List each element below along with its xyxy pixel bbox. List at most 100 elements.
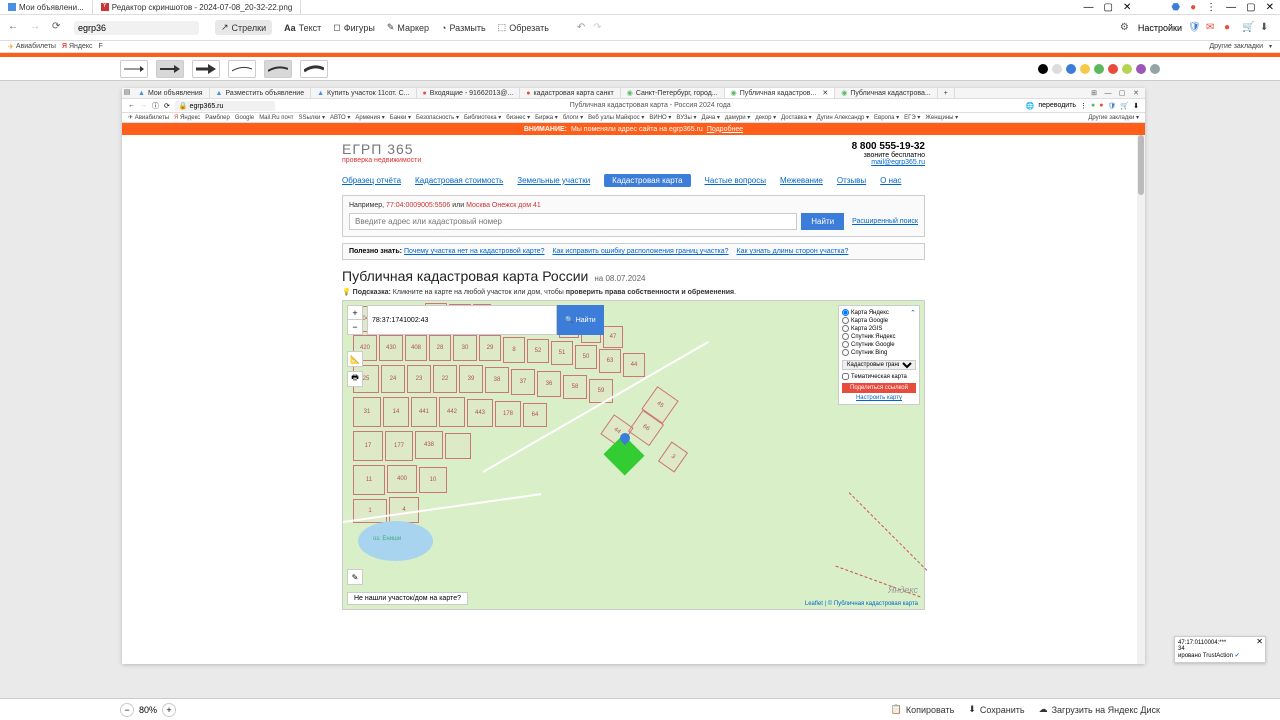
ibm-22[interactable]: Европа ▾ xyxy=(874,114,899,121)
inner-ext2-icon[interactable]: ● xyxy=(1099,102,1103,109)
save-button[interactable]: ⬇Сохранить xyxy=(968,704,1024,715)
layer-radio-2[interactable] xyxy=(842,325,849,332)
ibm-7[interactable]: Армения ▾ xyxy=(355,114,384,121)
ibm-10[interactable]: Библиотека ▾ xyxy=(464,114,501,121)
arrow-style-4[interactable] xyxy=(228,60,256,78)
arrow-style-5[interactable] xyxy=(264,60,292,78)
map-find-button[interactable]: 🔍Найти xyxy=(557,305,604,335)
inner-close-icon[interactable]: ✕ xyxy=(1131,89,1141,97)
zoom-out-button[interactable]: − xyxy=(348,320,362,334)
close-icon[interactable]: ✕ xyxy=(1123,2,1131,13)
ibm-2[interactable]: Рамблер xyxy=(205,115,230,121)
nav-2[interactable]: Земельные участки xyxy=(517,176,590,185)
tool-blur[interactable]: ◔Размыть xyxy=(441,20,486,35)
ext3-icon[interactable]: ⋮ xyxy=(1206,2,1216,13)
outer-tab-1[interactable]: YРедактор скриншотов - 2024-07-08_20-32-… xyxy=(93,0,302,14)
find-button[interactable]: Найти xyxy=(801,213,844,230)
inner-ext3-icon[interactable]: 🛡 xyxy=(1108,102,1117,110)
zoom-out-icon[interactable]: − xyxy=(120,703,134,717)
color-6[interactable] xyxy=(1122,64,1132,74)
arrow-style-1[interactable] xyxy=(120,60,148,78)
ibm-3[interactable]: Google xyxy=(235,115,254,121)
nav-0[interactable]: Образец отчёта xyxy=(342,176,401,185)
color-7[interactable] xyxy=(1136,64,1146,74)
back-icon[interactable]: ← xyxy=(8,21,22,35)
bm-f[interactable]: F xyxy=(99,43,103,50)
ibm-19[interactable]: декор ▾ xyxy=(755,114,776,121)
ibm-20[interactable]: Доставка ▾ xyxy=(781,114,811,121)
arrow-style-3[interactable] xyxy=(192,60,220,78)
edit-button[interactable]: ✎ xyxy=(347,569,363,585)
ext6-icon[interactable]: ✕ xyxy=(1266,2,1274,13)
ibm-9[interactable]: Безопасность ▾ xyxy=(416,114,459,121)
nav-1[interactable]: Кадастровая стоимость xyxy=(415,176,503,185)
ibm-24[interactable]: Женщины ▾ xyxy=(925,114,958,121)
useful-1[interactable]: Как исправить ошибку расположения границ… xyxy=(552,248,728,255)
color-8[interactable] xyxy=(1150,64,1160,74)
tune-map-link[interactable]: Настроить карту xyxy=(842,395,916,401)
bm-yandex[interactable]: ЯЯндекс xyxy=(62,43,93,50)
nav-4[interactable]: Частые вопросы xyxy=(705,176,766,185)
inner-max-icon[interactable]: ▢ xyxy=(1117,89,1127,97)
ibm-16[interactable]: ВУЗы ▾ xyxy=(676,114,696,121)
ext5-icon[interactable]: ▢ xyxy=(1246,2,1255,13)
color-5[interactable] xyxy=(1108,64,1118,74)
share-button[interactable]: Поделиться ссылкой xyxy=(842,383,916,393)
tool-text[interactable]: AaТекст xyxy=(284,20,321,35)
tool-arrows[interactable]: ↗Стрелки xyxy=(215,20,272,35)
ibm-13[interactable]: блоги ▾ xyxy=(563,114,583,121)
ibm-11[interactable]: бизнес ▾ xyxy=(506,114,530,121)
ibm-0[interactable]: ✈ Авиабилеты xyxy=(128,114,169,121)
print-button[interactable]: 🖶 xyxy=(347,371,363,387)
layer-radio-1[interactable] xyxy=(842,317,849,324)
reload-icon[interactable]: ⟳ xyxy=(52,21,66,35)
translate-label[interactable]: переводить xyxy=(1038,102,1076,109)
thematic-check[interactable] xyxy=(842,373,849,380)
inner-min-icon[interactable]: — xyxy=(1103,89,1113,97)
email-link[interactable]: mail@egrp365.ru xyxy=(871,159,925,166)
ext4-icon[interactable]: — xyxy=(1226,2,1236,13)
boundaries-select[interactable]: Кадастровые границы ▾ xyxy=(842,360,916,370)
copy-button[interactable]: 📋Копировать xyxy=(891,704,955,715)
tool-shapes[interactable]: ◻Фигуры xyxy=(333,20,375,35)
color-3[interactable] xyxy=(1080,64,1090,74)
ibm-12[interactable]: Биржа ▾ xyxy=(535,114,558,121)
inner-reload-icon[interactable]: ⟳ xyxy=(164,102,170,110)
nav-7[interactable]: О нас xyxy=(880,176,901,185)
settings-icon[interactable]: ⚙ xyxy=(1120,22,1132,34)
inner-tab-7[interactable]: ◉Публичная кадастрова... xyxy=(835,88,938,98)
arrow-style-2[interactable] xyxy=(156,60,184,78)
ibm-14[interactable]: Веб узлы Майкрос ▾ xyxy=(588,114,644,121)
color-1[interactable] xyxy=(1052,64,1062,74)
ibm-8[interactable]: Банки ▾ xyxy=(390,114,411,121)
layer-radio-3[interactable] xyxy=(842,333,849,340)
nav-6[interactable]: Отзывы xyxy=(837,176,866,185)
ext-red-icon[interactable]: ● xyxy=(1224,22,1236,34)
tool-crop[interactable]: ⬚Обрезать xyxy=(498,20,549,35)
ibm-21[interactable]: Дугин Александр ▾ xyxy=(817,114,869,121)
inner-tab-1[interactable]: ▲Разместить объявление xyxy=(210,88,312,98)
ext-mail-icon[interactable]: ✉ xyxy=(1206,22,1218,34)
ibm-17[interactable]: Дача ▾ xyxy=(702,114,720,121)
nav-5[interactable]: Межевание xyxy=(780,176,823,185)
zoom-in-icon[interactable]: + xyxy=(162,703,176,717)
shield-icon[interactable]: 🛡 xyxy=(1188,22,1200,34)
useful-0[interactable]: Почему участка нет на кадастровой карте? xyxy=(404,248,545,255)
inner-info-icon[interactable]: ⓘ xyxy=(152,101,159,111)
forward-icon[interactable]: → xyxy=(30,21,44,35)
inner-tab-2[interactable]: ▲Купить участок 11сот. С... xyxy=(311,88,416,98)
download-icon[interactable]: ⬇ xyxy=(1260,22,1272,34)
nav-3[interactable]: Кадастровая карта xyxy=(604,174,690,187)
inner-other-bm[interactable]: Другие закладки ▾ xyxy=(1088,114,1139,121)
outer-tab-0[interactable]: Мои объявлени... xyxy=(0,0,93,14)
inner-ext1-icon[interactable]: ● xyxy=(1091,102,1095,109)
inner-menu-icon[interactable]: ⋮ xyxy=(1080,102,1087,110)
address-input[interactable] xyxy=(74,21,199,35)
ibm-4[interactable]: Mail.Ru почт xyxy=(259,115,293,121)
search-input[interactable] xyxy=(349,213,797,230)
upload-button[interactable]: ☁Загрузить на Яндекс Диск xyxy=(1039,704,1160,715)
color-4[interactable] xyxy=(1094,64,1104,74)
inner-url[interactable]: 🔒 egrp365.ru xyxy=(175,101,275,111)
other-bookmarks[interactable]: Другие закладки xyxy=(1209,43,1263,50)
inner-scrollbar[interactable] xyxy=(1137,135,1145,664)
